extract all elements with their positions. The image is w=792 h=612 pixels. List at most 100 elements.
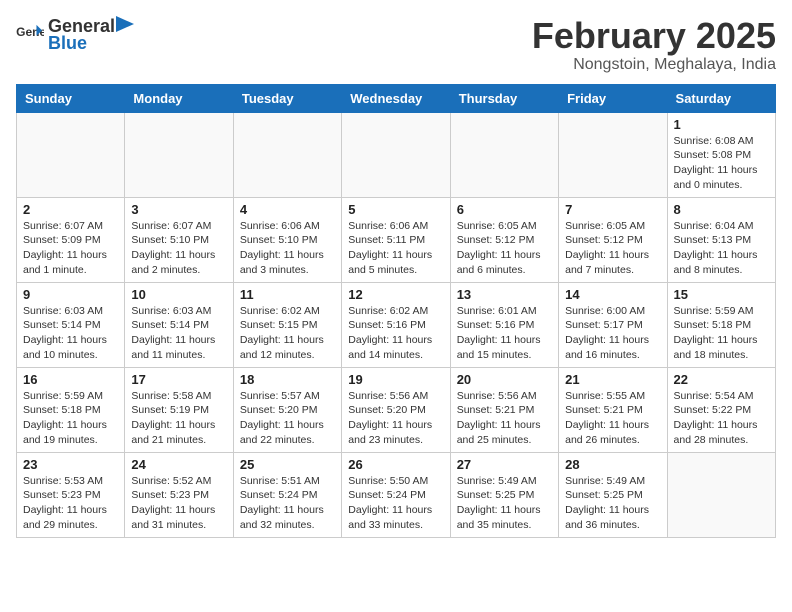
day-cell-0-1 <box>125 112 233 197</box>
calendar-title-area: February 2025 Nongstoin, Meghalaya, Indi… <box>532 16 776 74</box>
week-row-0: 1 Sunrise: 6:08 AMSunset: 5:08 PMDaylight… <box>17 112 776 197</box>
day-cell-1-5: 7Sunrise: 6:05 AMSunset: 5:12 PMDaylight… <box>559 197 667 282</box>
day-number: 28 <box>565 457 660 472</box>
day-info: Sunrise: 5:51 AMSunset: 5:24 PMDaylight:… <box>240 474 335 533</box>
day-number: 13 <box>457 287 552 302</box>
week-row-4: 23 Sunrise: 5:53 AMSunset: 5:23 PMDayligh… <box>17 452 776 537</box>
day-number: 15 <box>674 287 769 302</box>
day-cell-3-0: 16 Sunrise: 5:59 AMSunset: 5:18 PMDayligh… <box>17 367 125 452</box>
day-info: Sunrise: 6:03 AMSunset: 5:14 PMDaylight:… <box>23 304 118 363</box>
day-number: 14 <box>565 287 660 302</box>
day-number: 9 <box>23 287 118 302</box>
day-cell-2-0: 9 Sunrise: 6:03 AMSunset: 5:14 PMDaylight… <box>17 282 125 367</box>
day-number: 26 <box>348 457 443 472</box>
day-info: Sunrise: 5:49 AMSunset: 5:25 PMDaylight:… <box>457 474 552 533</box>
day-number: 18 <box>240 372 335 387</box>
day-info: Sunrise: 6:03 AMSunset: 5:14 PMDaylight:… <box>131 304 226 363</box>
day-info: Sunrise: 6:01 AMSunset: 5:16 PMDaylight:… <box>457 304 552 363</box>
logo-icon: General <box>16 23 44 47</box>
day-number: 8 <box>674 202 769 217</box>
day-cell-0-5 <box>559 112 667 197</box>
day-cell-3-5: 21 Sunrise: 5:55 AMSunset: 5:21 PMDayligh… <box>559 367 667 452</box>
day-cell-1-0: 2 Sunrise: 6:07 AMSunset: 5:09 PMDaylight… <box>17 197 125 282</box>
day-number: 19 <box>348 372 443 387</box>
day-cell-4-3: 26 Sunrise: 5:50 AMSunset: 5:24 PMDayligh… <box>342 452 450 537</box>
calendar-table: Sunday Monday Tuesday Wednesday Thursday… <box>16 84 776 538</box>
day-number: 10 <box>131 287 226 302</box>
day-info: Sunrise: 5:55 AMSunset: 5:21 PMDaylight:… <box>565 389 660 448</box>
day-cell-3-1: 17 Sunrise: 5:58 AMSunset: 5:19 PMDayligh… <box>125 367 233 452</box>
day-cell-3-3: 19 Sunrise: 5:56 AMSunset: 5:20 PMDayligh… <box>342 367 450 452</box>
day-cell-0-3 <box>342 112 450 197</box>
day-number: 11 <box>240 287 335 302</box>
day-cell-1-3: 5 Sunrise: 6:06 AMSunset: 5:11 PMDaylight… <box>342 197 450 282</box>
day-info: Sunrise: 5:56 AMSunset: 5:21 PMDaylight:… <box>457 389 552 448</box>
day-cell-1-2: 4Sunrise: 6:06 AMSunset: 5:10 PMDaylight… <box>233 197 341 282</box>
day-number: 2 <box>23 202 118 217</box>
day-info: Sunrise: 6:02 AMSunset: 5:16 PMDaylight:… <box>348 304 443 363</box>
logo-arrow-icon <box>116 16 134 32</box>
day-cell-4-6 <box>667 452 775 537</box>
day-info: Sunrise: 6:08 AMSunset: 5:08 PMDaylight:… <box>674 134 769 193</box>
day-cell-3-4: 20 Sunrise: 5:56 AMSunset: 5:21 PMDayligh… <box>450 367 558 452</box>
day-cell-0-4 <box>450 112 558 197</box>
day-cell-1-1: 3 Sunrise: 6:07 AMSunset: 5:10 PMDaylight… <box>125 197 233 282</box>
day-number: 3 <box>131 202 226 217</box>
day-info: Sunrise: 6:05 AMSunset: 5:12 PMDaylight:… <box>457 219 552 278</box>
day-number: 5 <box>348 202 443 217</box>
day-number: 1 <box>674 117 769 132</box>
day-info: Sunrise: 5:59 AMSunset: 5:18 PMDaylight:… <box>674 304 769 363</box>
day-cell-1-4: 6 Sunrise: 6:05 AMSunset: 5:12 PMDaylight… <box>450 197 558 282</box>
day-number: 27 <box>457 457 552 472</box>
week-row-1: 2 Sunrise: 6:07 AMSunset: 5:09 PMDaylight… <box>17 197 776 282</box>
header-saturday: Saturday <box>667 84 775 112</box>
day-number: 20 <box>457 372 552 387</box>
day-info: Sunrise: 5:53 AMSunset: 5:23 PMDaylight:… <box>23 474 118 533</box>
day-number: 24 <box>131 457 226 472</box>
day-info: Sunrise: 6:00 AMSunset: 5:17 PMDaylight:… <box>565 304 660 363</box>
day-info: Sunrise: 5:58 AMSunset: 5:19 PMDaylight:… <box>131 389 226 448</box>
day-cell-0-2 <box>233 112 341 197</box>
day-number: 25 <box>240 457 335 472</box>
day-cell-4-2: 25 Sunrise: 5:51 AMSunset: 5:24 PMDayligh… <box>233 452 341 537</box>
logo: General General Blue <box>16 16 134 54</box>
logo-blue-text: Blue <box>48 33 87 53</box>
day-number: 16 <box>23 372 118 387</box>
day-number: 17 <box>131 372 226 387</box>
header-monday: Monday <box>125 84 233 112</box>
day-cell-4-1: 24 Sunrise: 5:52 AMSunset: 5:23 PMDayligh… <box>125 452 233 537</box>
month-title: February 2025 <box>532 16 776 56</box>
day-cell-3-6: 22Sunrise: 5:54 AMSunset: 5:22 PMDayligh… <box>667 367 775 452</box>
day-cell-2-4: 13 Sunrise: 6:01 AMSunset: 5:16 PMDayligh… <box>450 282 558 367</box>
day-info: Sunrise: 6:06 AMSunset: 5:10 PMDaylight:… <box>240 219 335 278</box>
day-cell-2-3: 12Sunrise: 6:02 AMSunset: 5:16 PMDayligh… <box>342 282 450 367</box>
day-cell-4-4: 27 Sunrise: 5:49 AMSunset: 5:25 PMDayligh… <box>450 452 558 537</box>
day-cell-4-5: 28Sunrise: 5:49 AMSunset: 5:25 PMDayligh… <box>559 452 667 537</box>
day-info: Sunrise: 6:06 AMSunset: 5:11 PMDaylight:… <box>348 219 443 278</box>
day-cell-0-0 <box>17 112 125 197</box>
header-tuesday: Tuesday <box>233 84 341 112</box>
calendar-header-row: Sunday Monday Tuesday Wednesday Thursday… <box>17 84 776 112</box>
header-sunday: Sunday <box>17 84 125 112</box>
day-cell-2-2: 11Sunrise: 6:02 AMSunset: 5:15 PMDayligh… <box>233 282 341 367</box>
page-header: General General Blue February 2025 Nongs… <box>16 16 776 74</box>
day-number: 6 <box>457 202 552 217</box>
day-cell-0-6: 1 Sunrise: 6:08 AMSunset: 5:08 PMDaylight… <box>667 112 775 197</box>
day-info: Sunrise: 5:56 AMSunset: 5:20 PMDaylight:… <box>348 389 443 448</box>
day-info: Sunrise: 6:07 AMSunset: 5:09 PMDaylight:… <box>23 219 118 278</box>
day-info: Sunrise: 5:52 AMSunset: 5:23 PMDaylight:… <box>131 474 226 533</box>
day-cell-2-1: 10 Sunrise: 6:03 AMSunset: 5:14 PMDayligh… <box>125 282 233 367</box>
day-cell-1-6: 8 Sunrise: 6:04 AMSunset: 5:13 PMDaylight… <box>667 197 775 282</box>
day-info: Sunrise: 5:59 AMSunset: 5:18 PMDaylight:… <box>23 389 118 448</box>
day-info: Sunrise: 5:50 AMSunset: 5:24 PMDaylight:… <box>348 474 443 533</box>
day-number: 22 <box>674 372 769 387</box>
header-friday: Friday <box>559 84 667 112</box>
day-cell-3-2: 18Sunrise: 5:57 AMSunset: 5:20 PMDayligh… <box>233 367 341 452</box>
day-info: Sunrise: 6:04 AMSunset: 5:13 PMDaylight:… <box>674 219 769 278</box>
day-info: Sunrise: 6:07 AMSunset: 5:10 PMDaylight:… <box>131 219 226 278</box>
day-cell-4-0: 23 Sunrise: 5:53 AMSunset: 5:23 PMDayligh… <box>17 452 125 537</box>
week-row-3: 16 Sunrise: 5:59 AMSunset: 5:18 PMDayligh… <box>17 367 776 452</box>
day-info: Sunrise: 6:05 AMSunset: 5:12 PMDaylight:… <box>565 219 660 278</box>
day-number: 21 <box>565 372 660 387</box>
day-number: 23 <box>23 457 118 472</box>
